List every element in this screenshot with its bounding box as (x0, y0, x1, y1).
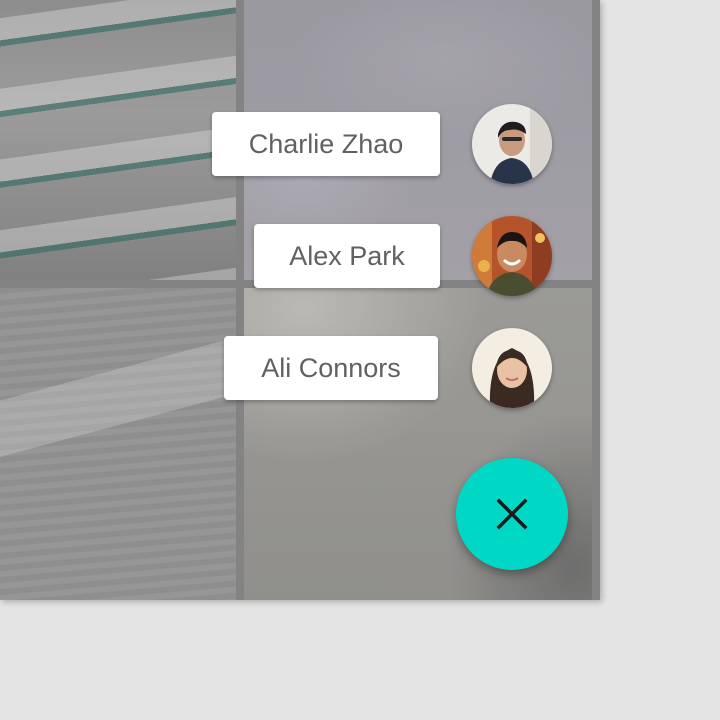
avatar-photo-icon (472, 216, 552, 296)
contact-label-chip[interactable]: Ali Connors (224, 336, 438, 400)
contact-name: Ali Connors (261, 352, 401, 383)
close-icon (496, 498, 528, 530)
avatar-alex[interactable] (472, 216, 552, 296)
avatar-charlie[interactable] (472, 104, 552, 184)
photo-grid: Charlie Zhao Alex Park Ali Connors (0, 0, 600, 600)
avatar-ali[interactable] (472, 328, 552, 408)
close-fab-button[interactable] (456, 458, 568, 570)
contact-name: Charlie Zhao (248, 128, 404, 159)
contact-name: Alex Park (289, 240, 405, 271)
contact-label-chip[interactable]: Alex Park (254, 224, 440, 288)
avatar-photo-icon (472, 328, 552, 408)
contact-label-chip[interactable]: Charlie Zhao (212, 112, 440, 176)
avatar-photo-icon (472, 104, 552, 184)
